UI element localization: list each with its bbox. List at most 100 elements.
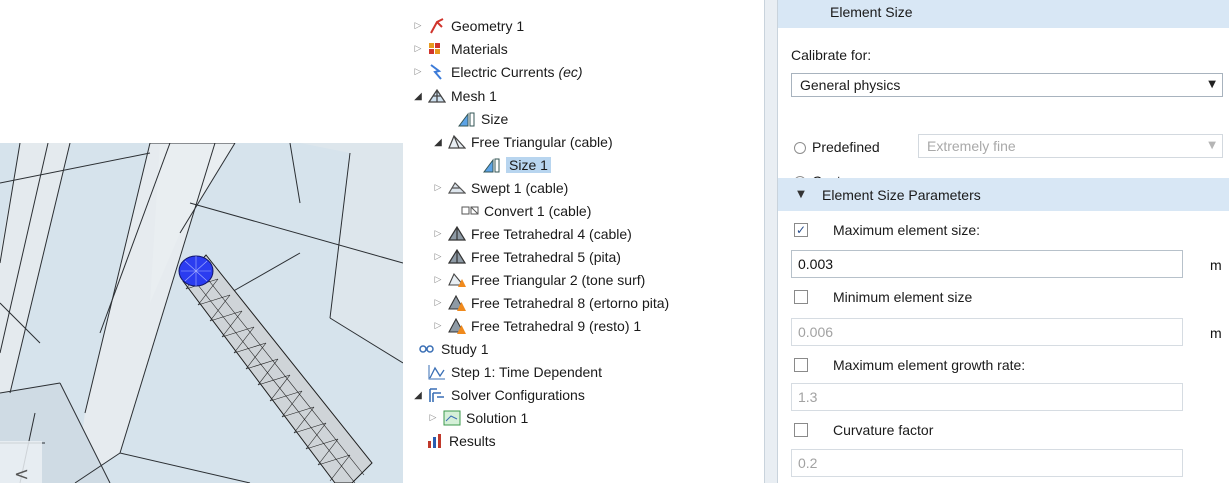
- tree-item[interactable]: ◢ Free Triangular (cable): [432, 131, 613, 153]
- tree-item-label: Results: [449, 433, 496, 449]
- collapsed-arrow-icon[interactable]: ▷: [412, 67, 424, 77]
- geometry-icon: [428, 18, 446, 34]
- results-icon: [426, 433, 444, 449]
- curvature-factor-input[interactable]: [791, 449, 1183, 477]
- max-element-size-label: Maximum element size:: [833, 222, 981, 238]
- min-element-size-label: Minimum element size: [833, 289, 973, 305]
- dropdown-caret-icon: ▼: [1208, 140, 1216, 151]
- solution-icon: [443, 410, 461, 426]
- study-icon: [418, 341, 436, 357]
- tree-item[interactable]: Study 1: [408, 338, 488, 360]
- curvature-factor-label: Curvature factor: [833, 422, 934, 438]
- expanded-arrow-icon[interactable]: ◢: [412, 390, 424, 401]
- tree-item-label-suffix: (ec): [558, 64, 583, 80]
- tree-item[interactable]: ▷ Free Tetrahedral 4 (cable): [432, 223, 632, 245]
- expanded-arrow-icon[interactable]: ◢: [412, 91, 424, 102]
- min-element-size-input[interactable]: [791, 318, 1183, 346]
- tree-item-label: Free Triangular (cable): [471, 134, 613, 150]
- tree-item[interactable]: ▷ Free Tetrahedral 5 (pita): [432, 246, 621, 268]
- growth-rate-input[interactable]: [791, 383, 1183, 411]
- min-element-size-unit: m: [1210, 325, 1222, 341]
- expanded-arrow-icon[interactable]: ◢: [432, 137, 444, 148]
- calibrate-for-dropdown[interactable]: General physics ▼: [791, 73, 1223, 97]
- tree-item-label: Free Tetrahedral 9 (resto) 1: [471, 318, 642, 334]
- max-element-size-unit: m: [1210, 257, 1222, 273]
- tree-item-label: Mesh 1: [451, 88, 497, 104]
- tree-item[interactable]: Step 1: Time Dependent: [412, 361, 602, 383]
- tree-item[interactable]: ▷ Geometry 1: [412, 15, 525, 37]
- calibrate-for-value: General physics: [800, 77, 901, 93]
- tree-item[interactable]: Convert 1 (cable): [445, 200, 591, 222]
- predefined-label: Predefined: [812, 139, 880, 155]
- free-tetrahedral-warning-icon: [448, 318, 466, 334]
- tree-item[interactable]: Results: [410, 430, 496, 452]
- tree-item-label: Free Triangular 2 (tone surf): [471, 272, 646, 288]
- collapsed-arrow-icon[interactable]: ▷: [412, 44, 424, 54]
- tree-item[interactable]: Size 1: [467, 154, 551, 176]
- collapsed-arrow-icon[interactable]: ▷: [432, 321, 444, 331]
- tree-item-label: Step 1: Time Dependent: [451, 364, 602, 380]
- predefined-size-value: Extremely fine: [927, 138, 1016, 154]
- pane-splitter[interactable]: [764, 0, 778, 483]
- mesh-icon: [428, 88, 446, 104]
- collapsed-arrow-icon[interactable]: ▷: [412, 21, 424, 31]
- free-tetrahedral-icon: [448, 249, 466, 265]
- curvature-factor-checkbox[interactable]: [794, 423, 808, 437]
- section-title: Element Size: [830, 3, 913, 20]
- collapsed-arrow-icon[interactable]: ▷: [432, 183, 444, 193]
- mesh-render: [0, 143, 403, 483]
- section-collapse-icon: ▼: [797, 189, 805, 200]
- time-dependent-icon: [428, 364, 446, 380]
- tree-item-label: Size: [481, 111, 509, 127]
- tree-item-label: Electric Currents: [451, 64, 555, 80]
- tree-item-label: Free Tetrahedral 4 (cable): [471, 226, 632, 242]
- tree-item[interactable]: ▷ Swept 1 (cable): [432, 177, 569, 199]
- growth-rate-label: Maximum element growth rate:: [833, 357, 1026, 373]
- element-size-parameters-section-header[interactable]: ▼ Element Size Parameters: [778, 178, 1229, 211]
- free-triangular-warning-icon: [448, 272, 466, 288]
- tree-item-label: Free Tetrahedral 8 (ertorno pita): [471, 295, 670, 311]
- tree-item-label: Geometry 1: [451, 18, 525, 34]
- tree-item-label: Convert 1 (cable): [484, 203, 592, 219]
- calibrate-for-label: Calibrate for:: [791, 47, 872, 63]
- min-element-size-checkbox[interactable]: [794, 290, 808, 304]
- swept-icon: [448, 180, 466, 196]
- collapsed-arrow-icon[interactable]: ▷: [432, 229, 444, 239]
- tree-item[interactable]: ◢ Solver Configurations: [412, 384, 585, 406]
- growth-rate-checkbox[interactable]: [794, 358, 808, 372]
- max-element-size-input[interactable]: [791, 250, 1183, 278]
- tree-item-label: Materials: [451, 41, 508, 57]
- free-triangular-icon: [448, 134, 466, 150]
- tree-item-label: Size 1: [506, 157, 551, 173]
- model-tree[interactable]: ▷ Geometry 1 ▷ Materials ▷ Electric Currents(…: [408, 0, 764, 483]
- tree-item-label: Solution 1: [466, 410, 529, 426]
- section-title: Element Size Parameters: [822, 186, 981, 203]
- collapsed-arrow-icon[interactable]: ▷: [432, 252, 444, 262]
- collapsed-arrow-icon[interactable]: ▷: [427, 413, 439, 423]
- tree-item[interactable]: ▷ Materials: [412, 38, 508, 60]
- size-icon: [483, 157, 501, 173]
- tree-item[interactable]: ▷ Free Tetrahedral 8 (ertorno pita): [432, 292, 669, 314]
- predefined-radio[interactable]: [794, 142, 806, 154]
- collapsed-arrow-icon[interactable]: ▷: [432, 298, 444, 308]
- tree-item[interactable]: ▷ Free Triangular 2 (tone surf): [432, 269, 646, 291]
- tree-item[interactable]: ◢ Mesh 1: [412, 85, 497, 107]
- tree-item[interactable]: ▷ Free Tetrahedral 9 (resto) 1: [432, 315, 641, 337]
- predefined-size-dropdown[interactable]: Extremely fine ▼: [918, 134, 1223, 158]
- settings-panel: Element Size Calibrate for: General phys…: [778, 0, 1229, 483]
- collapsed-arrow-icon[interactable]: ▷: [432, 275, 444, 285]
- materials-icon: [428, 41, 446, 57]
- element-size-section-header[interactable]: Element Size: [778, 0, 1229, 28]
- tree-item-label: Solver Configurations: [451, 387, 585, 403]
- graphics-viewport[interactable]: <: [0, 143, 403, 483]
- dropdown-caret-icon: ▼: [1208, 79, 1216, 90]
- free-tetrahedral-warning-icon: [448, 295, 466, 311]
- max-element-size-checkbox[interactable]: ✓: [794, 223, 808, 237]
- tree-item[interactable]: ▷ Electric Currents (ec): [412, 61, 583, 83]
- free-tetrahedral-icon: [448, 226, 466, 242]
- tree-item-label: Free Tetrahedral 5 (pita): [471, 249, 621, 265]
- tree-item[interactable]: Size: [442, 108, 508, 130]
- view-back-button[interactable]: <: [0, 441, 42, 483]
- electric-currents-icon: [428, 64, 446, 80]
- tree-item[interactable]: ▷ Solution 1: [427, 407, 529, 429]
